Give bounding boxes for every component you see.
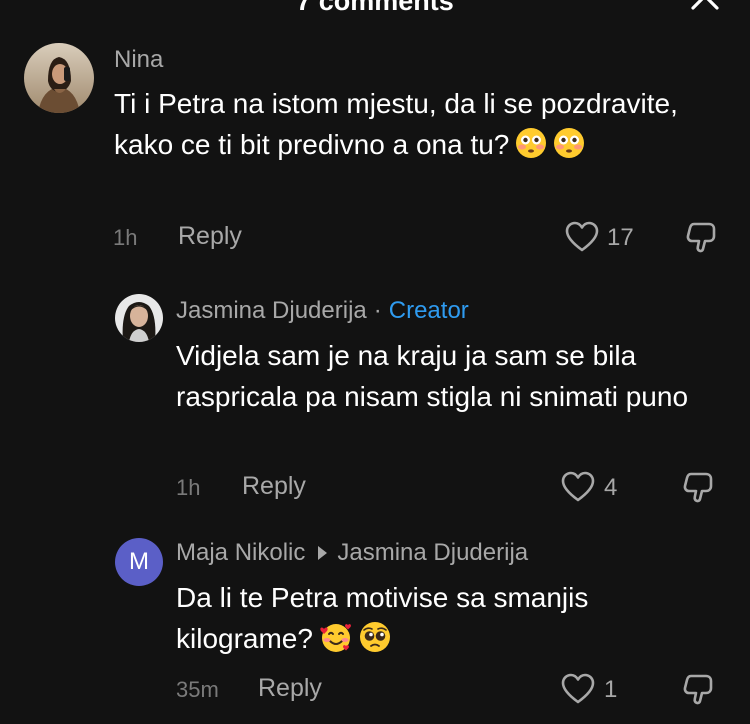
comment-timestamp: 1h — [176, 475, 201, 500]
reply-button[interactable]: Reply — [242, 472, 306, 501]
comment-author-line: Maja Nikolic Jasmina Djuderija — [176, 539, 528, 567]
flushed-face-emoji — [515, 127, 547, 170]
comment-body: Vidjela sam je na kraju ja sam se bila r… — [176, 340, 689, 412]
reply-to-author[interactable]: Jasmina Djuderija — [337, 539, 528, 567]
dislike-icon[interactable] — [681, 471, 715, 503]
flushed-face-emoji — [553, 127, 585, 170]
like-count: 1 — [604, 676, 618, 703]
reply-button[interactable]: Reply — [178, 222, 242, 251]
avatar[interactable]: M — [115, 538, 163, 586]
comment-author[interactable]: Maja Nikolic — [176, 539, 305, 567]
comment-text: Ti i Petra na istom mjestu, da li se poz… — [114, 83, 714, 170]
comment-text: Da li te Petra motivise sa smanjis kilog… — [176, 577, 696, 664]
avatar[interactable] — [115, 294, 163, 342]
smiling-face-with-hearts-emoji — [319, 621, 353, 664]
comment-timestamp: 35m — [176, 677, 219, 702]
comments-count-title: 7 comments — [296, 0, 454, 16]
comment-author-line: Nina — [114, 46, 163, 74]
comment-author-line: Jasmina Djuderija · Creator — [176, 297, 469, 325]
avatar[interactable] — [24, 43, 94, 113]
heart-icon[interactable] — [565, 221, 599, 253]
pleading-face-emoji — [359, 621, 391, 664]
heart-icon[interactable] — [561, 471, 595, 503]
comment-author[interactable]: Jasmina Djuderija — [176, 297, 367, 325]
comment-author[interactable]: Nina — [114, 46, 163, 74]
separator-dot: · — [373, 297, 382, 324]
reply-arrow-icon — [318, 546, 328, 560]
close-icon[interactable] — [690, 0, 720, 14]
avatar-letter: M — [129, 548, 149, 575]
like-count: 17 — [607, 224, 634, 251]
comment-body: Ti i Petra na istom mjestu, da li se poz… — [114, 88, 678, 160]
heart-icon[interactable] — [561, 673, 595, 705]
creator-badge: Creator — [388, 297, 469, 324]
comment-text: Vidjela sam je na kraju ja sam se bila r… — [176, 335, 696, 417]
reply-button[interactable]: Reply — [258, 674, 322, 703]
like-count: 4 — [604, 474, 618, 501]
comment-timestamp: 1h — [113, 225, 138, 250]
dislike-icon[interactable] — [681, 673, 715, 705]
dislike-icon[interactable] — [684, 221, 718, 253]
